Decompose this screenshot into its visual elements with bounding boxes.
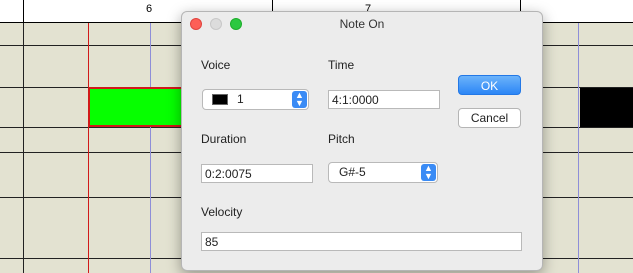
cancel-button[interactable]: Cancel xyxy=(458,108,521,128)
chevron-updown-icon: ▲ ▼ xyxy=(292,91,307,108)
subbeat-line xyxy=(578,23,579,273)
voice-select[interactable]: 1 ▲ ▼ xyxy=(202,89,309,110)
dialog-title: Note On xyxy=(339,17,385,31)
velocity-field[interactable]: 85 xyxy=(201,232,522,251)
subbeat-line xyxy=(150,23,151,273)
voice-label: Voice xyxy=(201,58,231,72)
time-label: Time xyxy=(328,58,355,72)
dialog-titlebar[interactable]: Note On xyxy=(182,12,542,34)
pitch-value: G#-5 xyxy=(339,165,366,179)
pitch-label: Pitch xyxy=(328,132,355,146)
voice-color-swatch xyxy=(212,94,228,105)
voice-value: 1 xyxy=(237,92,244,106)
pitch-select[interactable]: G#-5 ▲ ▼ xyxy=(328,162,438,183)
note[interactable] xyxy=(580,88,633,127)
ruler-tick xyxy=(23,0,24,22)
beat-line xyxy=(88,23,89,273)
note-on-dialog: Note On Voice 1 ▲ ▼ Time 4:1:0000 OK Canc… xyxy=(181,11,543,271)
duration-label: Duration xyxy=(201,132,247,146)
time-field[interactable]: 4:1:0000 xyxy=(328,90,440,109)
measure-number-6: 6 xyxy=(146,3,153,15)
velocity-label: Velocity xyxy=(201,205,243,219)
ok-button[interactable]: OK xyxy=(458,75,521,95)
duration-field[interactable]: 0:2:0075 xyxy=(201,164,313,183)
selected-note[interactable] xyxy=(88,87,184,127)
chevron-updown-icon: ▲ ▼ xyxy=(421,164,436,181)
measure-line xyxy=(23,23,24,273)
